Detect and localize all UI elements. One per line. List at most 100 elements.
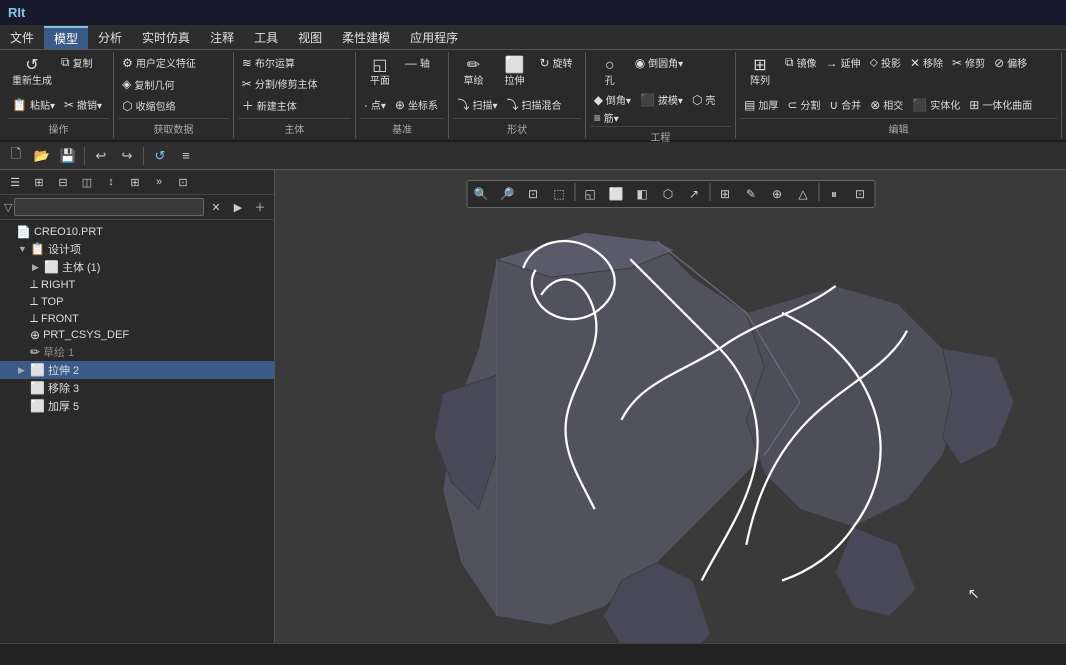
ribbon-btn-small-修剪[interactable]: ✂修剪 [948,54,989,71]
ribbon-btn-small-偏移[interactable]: ⊘偏移 [990,54,1031,71]
vp-btn-zoom-out[interactable]: 🔎 [495,183,519,205]
sidebar-tb-collapse[interactable]: ⊟ [52,172,74,192]
menu-item-分析[interactable]: 分析 [88,27,132,48]
vp-btn-mesh[interactable]: ⬡ [656,183,680,205]
tb2-undo[interactable]: ↩ [89,145,113,167]
ribbon-btn-small-坐标系[interactable]: ⊕坐标系 [391,96,442,113]
ribbon-btn-small-分割[interactable]: ⊂分割 [783,96,824,113]
ribbon-btn-small-扫描混合[interactable]: ⤵扫描混合 [503,95,566,114]
ribbon-btn-重新生成[interactable]: ↺重新生成 [8,54,56,90]
ribbon-btn-small-布尔运算[interactable]: ≋布尔运算 [238,54,299,71]
vp-btn-zoom-fit[interactable]: ⊡ [521,183,545,205]
search-clear[interactable]: ✕ [206,197,226,217]
tree-arrow[interactable]: ▼ [18,244,30,254]
ribbon-btn-small-实体化[interactable]: ⬛实体化 [908,96,964,113]
tree-item-right[interactable]: ⟂RIGHT [0,276,274,293]
vp-btn-shading[interactable]: ⬜ [604,183,628,205]
svg-text:↖: ↖ [968,586,980,602]
ribbon-btn-small-撤销[interactable]: ✂撤销▾ [60,96,106,113]
ribbon-btn-small-收缩包络[interactable]: ⬡收缩包络 [118,97,179,114]
vp-btn-csys-display[interactable]: ⊕ [765,183,789,205]
ribbon-btn-阵列[interactable]: ⊞阵列 [740,54,780,90]
vp-btn-half-view[interactable]: ◧ [630,183,654,205]
ribbon-btn-small-倒角[interactable]: ◆倒角▾ [590,91,635,108]
ribbon-btn-small-相交[interactable]: ⊗相交 [866,96,907,113]
search-go[interactable]: ▶ [228,197,248,217]
tree-item-remove3[interactable]: ⬜移除 3 [0,379,274,397]
ribbon-btn-small-合并[interactable]: ∪合并 [825,96,865,113]
menu-item-文件[interactable]: 文件 [0,27,44,48]
menu-item-注释[interactable]: 注释 [200,27,244,48]
vp-btn-plane-display[interactable]: ◱ [578,183,602,205]
tree-item-csys[interactable]: ⊕PRT_CSYS_DEF [0,327,274,343]
ribbon-btn-孔[interactable]: ○孔 [590,54,630,90]
tb2-relations[interactable]: ≡ [174,145,198,167]
search-input[interactable] [14,198,204,216]
tb2-redo[interactable]: ↪ [115,145,139,167]
viewport[interactable]: 🔍🔎⊡⬚◱⬜◧⬡↗⊞✎⊕△⏸⊡ [275,170,1066,643]
tree-item-top[interactable]: ⟂TOP [0,293,274,310]
ribbon-btn-small-筋[interactable]: ≡筋▾ [590,109,623,126]
search-add[interactable]: ＋ [250,197,270,217]
ribbon-group-工程: ○孔◉倒圆角▾◆倒角▾⬛拔模▾⬡壳≡筋▾工程 [586,52,736,138]
tb2-save[interactable]: 💾 [56,145,80,167]
sidebar-tb-columns[interactable]: ⊞ [124,172,146,192]
sidebar-tb-more[interactable]: » [148,172,170,192]
menu-item-工具[interactable]: 工具 [244,27,288,48]
tree-item-thicken5[interactable]: ⬜加厚 5 [0,397,274,415]
ribbon-btn-small-加厚[interactable]: ▤加厚 [740,96,782,113]
vp-btn-sketch-display[interactable]: ✎ [739,183,763,205]
ribbon-btn-small-新建主体[interactable]: ＋新建主体 [238,96,301,115]
vp-btn-zoom-in[interactable]: 🔍 [469,183,493,205]
ribbon-btn-small-投影[interactable]: ⬦投影 [866,54,905,71]
menu-item-柔性建模[interactable]: 柔性建模 [332,27,400,48]
ribbon-btn-拉伸[interactable]: ⬜拉伸 [494,54,534,90]
ribbon-btn-草绘[interactable]: ✏草绘 [453,54,493,90]
sidebar-tb-options[interactable]: ⊡ [172,172,194,192]
tb2-regenerate[interactable]: ↺ [148,145,172,167]
tree-item-sketch1[interactable]: ✏草绘 1 [0,343,274,361]
ribbon-group-label-工程: 工程 [590,126,731,144]
tree-item-extrude2[interactable]: ▶⬜拉伸 2 [0,361,274,379]
tree-item-root[interactable]: 📄CREO10.PRT [0,224,274,240]
ribbon-btn-small-分割/修剪主体[interactable]: ✂分割/修剪主体 [238,75,322,92]
menu-item-模型[interactable]: 模型 [44,26,88,49]
tb2-new[interactable]: 🗋 [4,145,28,167]
ribbon-btn-small-复制[interactable]: ⧉复制 [57,54,97,71]
vp-btn-pause[interactable]: ⏸ [822,183,846,205]
ribbon-btn-small-一体化曲面[interactable]: ⊞一体化曲面 [965,96,1036,113]
ribbon-btn-small-用户定义特征[interactable]: ⚙用户定义特征 [118,54,200,71]
filter-icon: ▽ [4,201,12,214]
ribbon-btn-small-复制几何[interactable]: ◈复制几何 [118,76,178,93]
sidebar-tb-panel[interactable]: ◫ [76,172,98,192]
ribbon-btn-small-延伸[interactable]: →延伸 [822,54,865,71]
tree-item-body1[interactable]: ▶⬜主体 (1) [0,258,274,276]
vp-btn-grid[interactable]: ⊞ [713,183,737,205]
vp-btn-settings[interactable]: ⊡ [848,183,872,205]
tb2-open[interactable]: 📂 [30,145,54,167]
ribbon-btn-small-倒圆角[interactable]: ◉倒圆角▾ [631,54,688,71]
sidebar-tb-sort[interactable]: ↕ [100,172,122,192]
sidebar-tb-grid-view[interactable]: ⊞ [28,172,50,192]
ribbon-btn-small-壳[interactable]: ⬡壳 [688,91,719,108]
menu-item-视图[interactable]: 视图 [288,27,332,48]
tree-item-front[interactable]: ⟂FRONT [0,310,274,327]
menu-item-应用程序[interactable]: 应用程序 [400,27,468,48]
tree-arrow[interactable]: ▶ [32,262,44,273]
menu-item-实时仿真[interactable]: 实时仿真 [132,27,200,48]
tree-item-design[interactable]: ▼📋设计项 [0,240,274,258]
vp-btn-perspective[interactable]: ↗ [682,183,706,205]
ribbon-btn-small-轴[interactable]: —轴 [401,54,434,71]
vp-btn-view-options[interactable]: ⬚ [547,183,571,205]
ribbon-btn-small-粘贴[interactable]: 📋粘贴▾ [8,96,59,113]
ribbon-btn-small-移除[interactable]: ✕移除 [906,54,947,71]
ribbon-btn-small-拔模[interactable]: ⬛拔模▾ [636,91,687,108]
ribbon-btn-small-扫描[interactable]: ⤵扫描▾ [453,95,501,114]
ribbon-btn-small-旋转[interactable]: ↻旋转 [535,54,576,71]
ribbon-btn-平面[interactable]: ◱平面 [360,54,400,90]
vp-btn-normal-display[interactable]: △ [791,183,815,205]
ribbon-btn-small-镜像[interactable]: ⧉镜像 [781,54,821,71]
sidebar-tb-list-view[interactable]: ☰ [4,172,26,192]
ribbon-btn-small-点[interactable]: ·点▾ [360,96,390,113]
tree-arrow[interactable]: ▶ [18,365,30,376]
